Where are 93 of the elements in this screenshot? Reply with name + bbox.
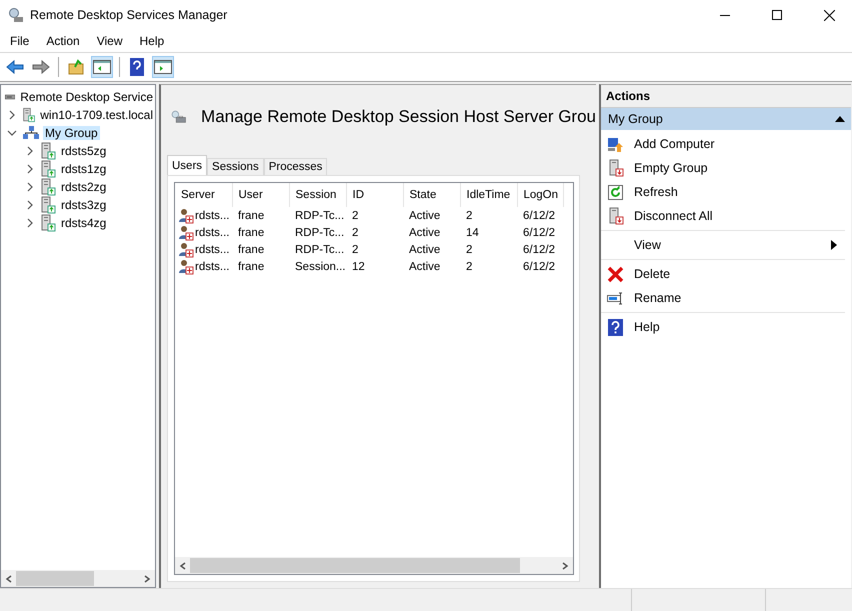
submenu-arrow-icon [831,240,837,250]
table-cell-text: 14 [465,226,480,240]
command-item[interactable]: Add Computer [601,132,845,156]
table-cell-text: Active [408,242,442,258]
table-cell: rdsts... [195,210,230,222]
column-header[interactable]: Session [289,183,346,207]
column-header[interactable]: User [232,183,289,207]
tab[interactable]: Users [167,155,208,175]
show-hide-tree-button[interactable] [91,56,113,78]
horizontal-scrollbar[interactable] [175,557,573,574]
server-icon [40,178,56,196]
column-header[interactable]: Server [175,183,232,207]
scroll-left-icon[interactable] [4,574,14,584]
user-icon [178,242,194,258]
rename-icon [607,292,624,304]
tree-item[interactable]: rdsts3zg [59,198,108,212]
table-cell: rdsts... [195,260,230,272]
column-header[interactable]: LogOn [517,183,563,207]
tree-item[interactable]: rdsts4zg [59,216,108,230]
computer-add-icon [607,136,624,152]
column-header[interactable]: State [403,183,460,207]
table-cell-text: Session... [294,260,346,274]
action-section-header[interactable]: My Group [601,108,851,130]
table-cell-text: 6/12/2 [522,260,556,274]
table-cell-text: RDP-Tc... [294,226,346,240]
table-cell-text: 12 [351,260,366,274]
scroll-left-icon[interactable] [178,560,188,570]
close-icon [824,10,834,20]
column-header[interactable]: ID [346,183,403,207]
command-item[interactable]: Delete [601,262,845,286]
table-cell: 6/12/2 [517,207,563,224]
server-icon [22,106,36,124]
help-icon [608,318,623,336]
horizontal-scrollbar[interactable] [1,570,155,587]
command-item[interactable]: Empty Group [601,156,845,180]
table-cell-text: 6/12/2 [522,242,556,258]
table-cell: Active [403,207,460,224]
scroll-right-icon[interactable] [142,574,152,584]
table-cell-text: Active [408,226,442,240]
delete-icon [607,266,624,282]
tab[interactable]: Processes [264,158,328,175]
server-icon [40,142,56,160]
menu-item[interactable]: Help [130,34,172,48]
tree-item[interactable]: rdsts1zg [59,162,108,176]
table-cell: RDP-Tc... [289,207,346,224]
table-cell-text: 2 [465,242,474,258]
command-item[interactable]: Refresh [601,180,845,204]
table-cell: 2 [460,207,517,224]
actions-pane-title: Actions [601,85,851,108]
menu-item[interactable]: Action [36,34,87,48]
menu-item[interactable]: View [86,34,130,48]
tree-item[interactable]: Remote Desktop Service [18,90,155,104]
server-icon [608,159,624,177]
scroll-right-icon[interactable] [560,560,570,570]
command-item[interactable]: View [601,233,845,257]
table-cell-text: 2 [465,260,474,274]
table-cell-text: 2 [351,226,360,240]
maximize-icon [772,10,782,20]
server-icon [40,160,56,178]
command-item[interactable]: Rename [601,286,845,310]
tab[interactable]: Sessions [207,158,264,175]
table-cell-text: frane [237,242,266,258]
column-header[interactable]: IdleTime [460,183,517,207]
collapse-triangle-icon [835,116,845,122]
table-cell-text: 6/12/2 [522,226,556,240]
refresh-icon [607,184,624,200]
command-item[interactable]: Disconnect All [601,204,845,228]
command-item[interactable]: Help [601,315,845,339]
user-icon [178,208,194,224]
show-hide-action-pane-button[interactable] [152,56,174,78]
tree-item[interactable]: rdsts2zg [59,180,108,194]
user-icon [178,258,194,274]
table-cell: rdsts... [195,226,230,238]
menu-item[interactable]: File [0,34,36,48]
table-cell-text: frane [237,260,266,274]
table-cell: rdsts... [195,244,230,256]
table-cell-text: 2 [351,242,360,258]
tree-item[interactable]: win10-1709.test.local [38,108,155,122]
user-icon [178,224,194,240]
table-cell: 2 [346,207,403,224]
server-icon [40,196,56,214]
server-icon [40,214,56,232]
tree-item[interactable]: rdsts5zg [59,144,108,158]
table-cell: frane [232,207,289,224]
server-icon [608,207,624,225]
table-cell-text: frane [237,226,266,240]
app-icon [8,7,24,23]
tree-item[interactable]: My Group [43,126,100,140]
table-cell-text: Active [408,260,442,274]
network-group-icon [22,125,40,141]
page-heading: Manage Remote Desktop Session Host Server Grou [201,107,596,127]
window-title: Remote Desktop Services Manager [30,8,228,22]
table-cell-text: RDP-Tc... [294,242,346,258]
